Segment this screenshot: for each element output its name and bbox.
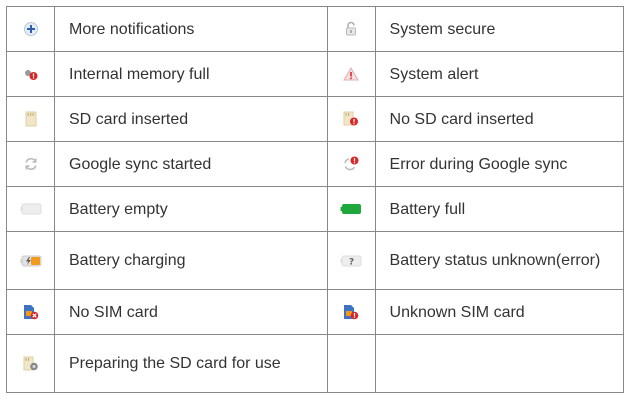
icon-description: Battery charging (54, 231, 328, 290)
table-row: Google sync started Error during Google … (6, 141, 624, 187)
icon-cell (6, 6, 55, 52)
icon-description: No SD card inserted (374, 96, 624, 142)
table-row: Battery empty Battery full (6, 186, 624, 232)
icon-description: Internal memory full (54, 51, 328, 97)
notification-icons-table: More notifications System secure Interna… (6, 6, 624, 393)
battery-unknown-icon: ? (328, 255, 375, 267)
memory-full-alert-icon (7, 66, 54, 82)
no-sim-card-icon (7, 304, 54, 320)
icon-cell (326, 6, 376, 52)
icon-cell (6, 141, 55, 187)
icon-cell (326, 141, 376, 187)
sync-icon (7, 156, 54, 172)
table-row: SD card inserted No SD card inserted (6, 96, 624, 142)
icon-description: System secure (374, 6, 624, 52)
battery-full-icon (328, 203, 375, 215)
warning-triangle-icon (328, 66, 375, 82)
icon-description: Battery full (374, 186, 624, 232)
icon-cell (6, 231, 55, 290)
icon-description: System alert (374, 51, 624, 97)
icon-cell (326, 96, 376, 142)
no-sd-card-icon (328, 111, 375, 127)
icon-description: Battery empty (54, 186, 328, 232)
icon-description: Battery status unknown(error) (374, 231, 624, 290)
unlocked-padlock-icon (328, 21, 375, 37)
icon-description: Error during Google sync (374, 141, 624, 187)
sync-error-icon (328, 155, 375, 173)
table-row: More notifications System secure (6, 6, 624, 52)
table-row: Battery charging ? Battery status unknow… (6, 231, 624, 290)
icon-cell (6, 289, 55, 335)
icon-cell (326, 289, 376, 335)
icon-description: No SIM card (54, 289, 328, 335)
table-row: No SIM card Unknown SIM card (6, 289, 624, 335)
sd-card-icon (7, 111, 54, 127)
icon-description: SD card inserted (54, 96, 328, 142)
table-row: Preparing the SD card for use (6, 334, 624, 393)
unknown-sim-card-icon (328, 304, 375, 320)
empty-icon-cell (326, 334, 376, 393)
icon-cell (6, 334, 55, 393)
battery-charging-icon (7, 255, 54, 267)
battery-empty-icon (7, 203, 54, 215)
table-row: Internal memory full System alert (6, 51, 624, 97)
svg-text:?: ? (349, 257, 354, 267)
preparing-sd-card-icon (7, 356, 54, 372)
icon-cell (6, 186, 55, 232)
icon-cell (6, 51, 55, 97)
icon-cell (6, 96, 55, 142)
icon-cell: ? (326, 231, 376, 290)
icon-description: Google sync started (54, 141, 328, 187)
empty-description-cell (374, 334, 624, 393)
icon-description: More notifications (54, 6, 328, 52)
icon-description: Unknown SIM card (374, 289, 624, 335)
icon-description: Preparing the SD card for use (54, 334, 328, 393)
icon-cell (326, 186, 376, 232)
plus-notification-icon (7, 21, 54, 37)
icon-cell (326, 51, 376, 97)
